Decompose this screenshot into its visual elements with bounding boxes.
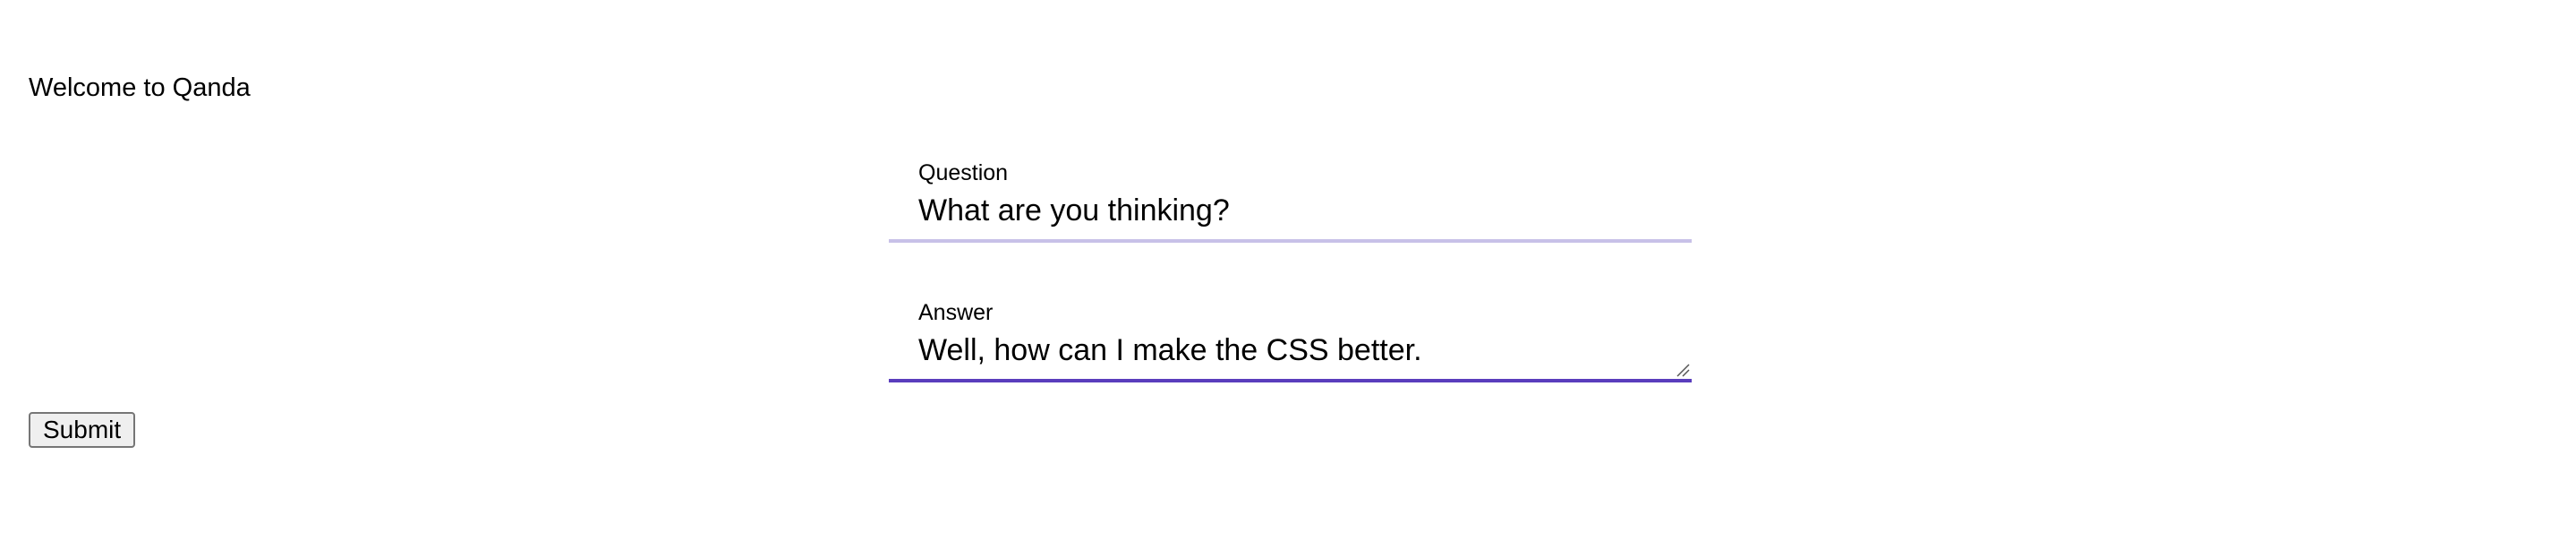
welcome-heading: Welcome to Qanda xyxy=(29,73,251,102)
answer-field[interactable]: Answer Well, how can I make the CSS bett… xyxy=(889,292,1692,382)
answer-textarea-value[interactable]: Well, how can I make the CSS better. xyxy=(918,331,1422,369)
submit-button[interactable]: Submit xyxy=(29,412,136,448)
answer-label: Answer xyxy=(918,300,994,325)
question-input-value[interactable]: What are you thinking? xyxy=(918,192,1230,229)
question-label: Question xyxy=(918,160,1009,185)
resize-grip-icon[interactable] xyxy=(1676,363,1690,377)
question-field[interactable]: Question What are you thinking? xyxy=(889,152,1692,243)
